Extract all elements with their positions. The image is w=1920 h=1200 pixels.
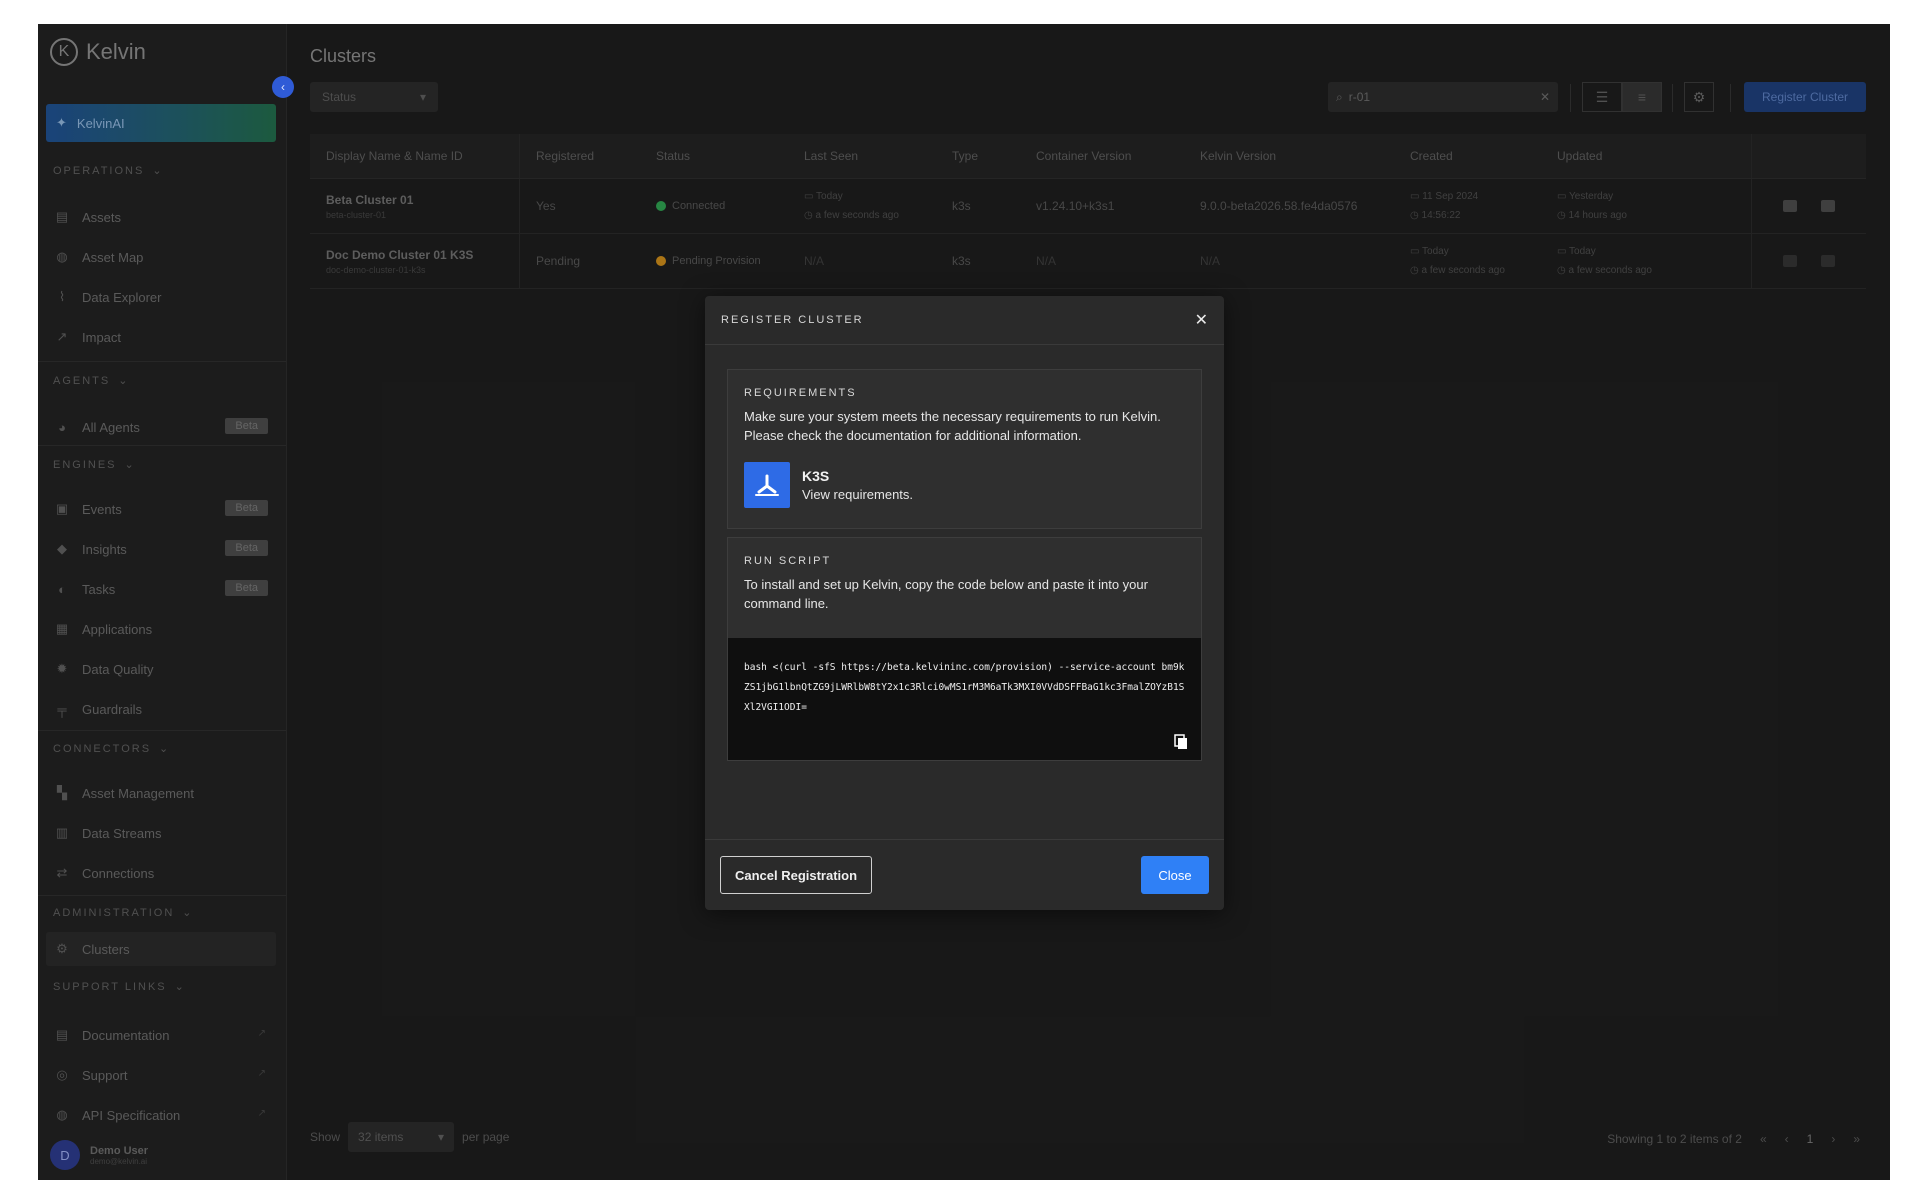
script-code: bash <(curl -sfS https://beta.kelvininc.… <box>744 662 1185 713</box>
requirements-title: REQUIREMENTS <box>744 387 857 399</box>
close-icon[interactable]: ✕ <box>1195 310 1208 330</box>
run-script-title: RUN SCRIPT <box>744 555 832 567</box>
collapse-sidebar-button[interactable]: ‹ <box>272 76 294 98</box>
k3s-name: K3S <box>802 468 830 484</box>
run-script-card: RUN SCRIPT To install and set up Kelvin,… <box>727 537 1202 761</box>
modal-title: REGISTER CLUSTER <box>721 314 864 326</box>
view-requirements-link[interactable]: View requirements. <box>802 487 913 502</box>
k3s-requirement[interactable]: K3S View requirements. <box>744 462 1185 508</box>
close-button[interactable]: Close <box>1141 856 1209 894</box>
requirements-text: Make sure your system meets the necessar… <box>744 409 1161 443</box>
cancel-registration-button[interactable]: Cancel Registration <box>720 856 872 894</box>
run-script-text: To install and set up Kelvin, copy the c… <box>744 577 1148 611</box>
modal-footer: Cancel Registration Close <box>705 839 1224 910</box>
copy-icon[interactable] <box>1173 734 1189 750</box>
modal-header: REGISTER CLUSTER ✕ <box>705 296 1224 345</box>
script-code-block[interactable]: bash <(curl -sfS https://beta.kelvininc.… <box>728 638 1201 760</box>
requirements-card: REQUIREMENTS Make sure your system meets… <box>727 369 1202 529</box>
register-cluster-modal: REGISTER CLUSTER ✕ REQUIREMENTS Make sur… <box>705 296 1224 910</box>
k3s-icon <box>744 462 790 508</box>
